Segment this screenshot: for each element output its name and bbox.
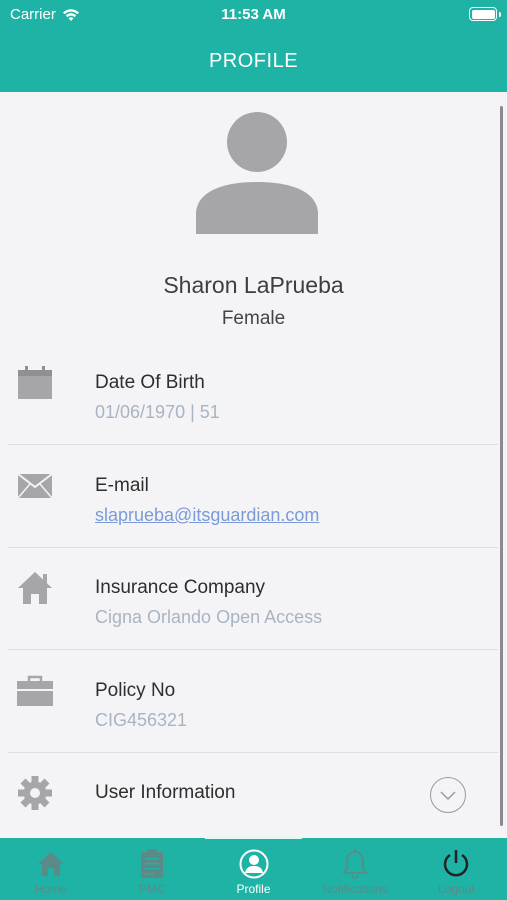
calendar-icon (16, 364, 54, 402)
gear-icon (16, 774, 54, 812)
tab-home-label: Home (34, 882, 67, 896)
user-gender: Female (221, 308, 286, 329)
clock: 11:53 AM (221, 6, 286, 23)
tab-bar: Home PMC Profile Notifications Logout (0, 836, 507, 900)
chevron-down-icon[interactable] (430, 777, 466, 813)
email-link[interactable]: slaprueba@itsguardian.com (95, 505, 319, 526)
policy-value: CIG456321 (95, 710, 188, 730)
status-bar: Carrier 11:53 AM (0, 0, 507, 30)
tab-home[interactable]: Home (0, 838, 101, 900)
scrollbar[interactable] (500, 106, 503, 826)
policy-label: Policy No (95, 680, 176, 701)
envelope-icon (16, 467, 54, 505)
tab-notifications-label: Notifications (322, 882, 388, 896)
tab-pmc[interactable]: PMC (101, 838, 202, 900)
battery-icon (469, 7, 501, 21)
email-label: E-mail (95, 475, 149, 496)
user-name: Sharon LaPrueba (163, 272, 344, 298)
dob-label: Date Of Birth (95, 372, 205, 393)
tab-logout-label: Logout (437, 882, 475, 896)
page-title: PROFILE (208, 49, 299, 72)
insurance-label: Insurance Company (95, 577, 266, 598)
tab-pmc-label: PMC (138, 882, 166, 896)
email-row: E-mail slaprueba@itsguardian.com (8, 445, 498, 548)
tab-logout[interactable]: Logout (406, 838, 507, 900)
bell-icon (342, 848, 368, 880)
user-information-row[interactable]: User Information (8, 752, 498, 838)
profile-content[interactable]: Sharon LaPrueba Female Date Of Birth 01/… (0, 92, 507, 838)
home-icon (37, 848, 65, 880)
policy-row: Policy No CIG456321 (8, 650, 498, 753)
home-icon (16, 569, 54, 607)
profile-icon (239, 848, 269, 880)
tab-profile-label: Profile (236, 882, 271, 896)
avatar-icon (196, 112, 318, 234)
user-information-label: User Information (95, 782, 236, 803)
dob-row: Date Of Birth 01/06/1970 | 51 (8, 342, 498, 445)
insurance-value: Cigna Orlando Open Access (95, 607, 323, 627)
insurance-row: Insurance Company Cigna Orlando Open Acc… (8, 547, 498, 650)
power-icon (441, 848, 471, 880)
dob-value: 01/06/1970 | 51 (95, 402, 220, 422)
clipboard-icon (140, 848, 164, 880)
tab-profile[interactable]: Profile (203, 836, 304, 900)
tab-notifications[interactable]: Notifications (304, 838, 405, 900)
nav-bar: PROFILE (0, 30, 507, 92)
briefcase-icon (16, 672, 54, 710)
